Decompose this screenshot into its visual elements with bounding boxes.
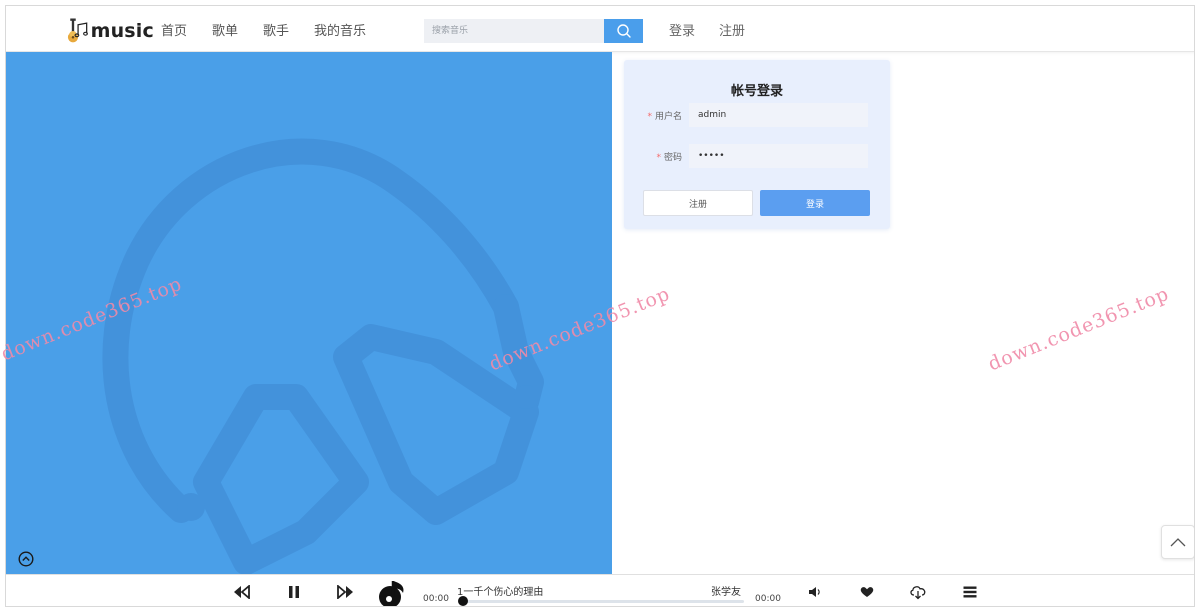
password-row: * 密码: [624, 144, 890, 168]
nav-item-singers[interactable]: 歌手: [263, 20, 289, 39]
cloud-download-icon[interactable]: [909, 584, 927, 600]
song-title: 1一千个伤心的理由: [457, 587, 544, 598]
register-link[interactable]: 注册: [719, 20, 745, 39]
required-mark: *: [656, 153, 661, 163]
username-label: * 用户名: [647, 109, 682, 122]
logo[interactable]: music: [64, 14, 154, 48]
song-artist: 张学友: [711, 587, 741, 598]
search-input[interactable]: [424, 19, 604, 43]
album-cover-music-icon: [379, 581, 404, 606]
username-row: * 用户名: [624, 103, 890, 127]
top-header: music 首页 歌单 歌手 我的音乐 登录 注册: [6, 6, 1194, 52]
pause-icon[interactable]: [287, 585, 301, 599]
chevron-up-icon: [1170, 538, 1186, 547]
nav-item-playlists[interactable]: 歌单: [212, 20, 238, 39]
login-link[interactable]: 登录: [669, 20, 695, 39]
current-time: 00:00: [423, 594, 449, 604]
progress-handle[interactable]: [458, 596, 468, 606]
search-bar: [424, 19, 643, 43]
required-mark: *: [647, 112, 652, 122]
main-nav: 首页 歌单 歌手 我的音乐: [161, 20, 391, 39]
search-icon: [616, 24, 631, 38]
username-label-text: 用户名: [654, 112, 682, 122]
login-button[interactable]: 登录: [760, 190, 870, 216]
password-label: * 密码: [656, 150, 682, 163]
next-track-icon[interactable]: [336, 585, 354, 599]
login-title: 帐号登录: [730, 84, 783, 99]
register-button[interactable]: 注册: [643, 190, 753, 216]
guitar-notes-icon: [67, 18, 88, 43]
heart-icon[interactable]: [860, 586, 874, 598]
nav-item-home[interactable]: 首页: [161, 20, 187, 39]
search-button[interactable]: [604, 19, 643, 43]
total-time: 00:00: [755, 594, 781, 604]
password-label-text: 密码: [663, 153, 682, 163]
progress-bar[interactable]: [462, 600, 744, 603]
username-field[interactable]: [689, 103, 868, 127]
music-player-bar: 00:00 1一千个伤心的理由 张学友 00:00: [6, 574, 1194, 606]
scroll-up-circle-icon[interactable]: [18, 551, 34, 567]
logo-text: music: [90, 20, 154, 42]
login-card: 帐号登录 *用户名 *密码 注册 登录: [624, 60, 890, 229]
auth-links: 登录 注册: [669, 20, 769, 39]
volume-icon[interactable]: [808, 586, 822, 598]
playlist-menu-icon[interactable]: [963, 586, 977, 598]
previous-track-icon[interactable]: [233, 585, 251, 599]
password-field[interactable]: [689, 144, 868, 168]
back-to-top-button[interactable]: [1161, 525, 1194, 559]
app-window: music 首页 歌单 歌手 我的音乐 登录 注册: [5, 5, 1195, 607]
nav-item-my-music[interactable]: 我的音乐: [314, 20, 366, 39]
